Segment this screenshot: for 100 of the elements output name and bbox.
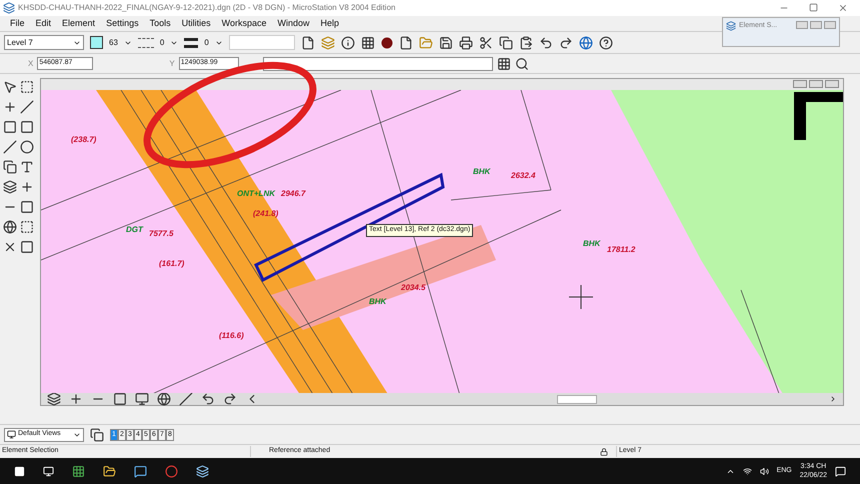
globe-icon[interactable] — [578, 36, 593, 50]
y-label: Y — [169, 58, 175, 70]
paste-icon[interactable] — [518, 36, 533, 50]
text-icon[interactable] — [20, 160, 34, 174]
open-folder-icon[interactable] — [418, 36, 433, 50]
view-close-button[interactable] — [825, 80, 839, 88]
redo-icon[interactable] — [223, 392, 237, 406]
map-label: (161.7) — [159, 259, 184, 268]
redo-icon[interactable] — [558, 36, 573, 50]
map-label: 2632.4 — [511, 171, 536, 180]
volume-icon[interactable] — [760, 466, 769, 476]
menu-item[interactable]: File — [10, 16, 25, 30]
square-icon[interactable] — [3, 120, 17, 134]
map-label: 2034.5 — [401, 283, 426, 292]
selection-box-icon[interactable] — [20, 80, 34, 94]
search-icon[interactable] — [514, 56, 529, 70]
selection-box-icon[interactable] — [20, 220, 34, 234]
globe-icon[interactable] — [157, 392, 171, 406]
empty-field[interactable] — [228, 35, 295, 50]
windows-icon[interactable] — [90, 428, 104, 442]
map-label: BHK — [369, 297, 386, 306]
view-minimize-button[interactable] — [793, 80, 807, 88]
color-index[interactable]: 63 — [109, 36, 118, 48]
notification-icon[interactable] — [835, 466, 846, 476]
window-title: KHSDD-CHAU-THANH-2022_FINAL(NGAY-9-12-2021).dgn (2D - V8 DGN) - MicroStation V8 2004 Edition — [18, 2, 396, 14]
map-label: (116.6) — [219, 331, 244, 340]
menu-item[interactable]: Element — [62, 16, 96, 30]
new-file-icon[interactable] — [398, 36, 413, 50]
record-icon[interactable] — [380, 36, 393, 48]
square-icon[interactable] — [20, 200, 34, 214]
line-icon[interactable] — [179, 392, 193, 406]
line-icon[interactable] — [20, 100, 34, 114]
color-swatch-icon — [90, 36, 103, 49]
monitor-icon — [7, 430, 16, 439]
globe-icon[interactable] — [3, 220, 17, 234]
close-icon[interactable] — [838, 3, 848, 13]
level-dropdown[interactable]: Level 7 — [4, 35, 84, 50]
square-icon[interactable] — [20, 240, 34, 254]
start-icon[interactable] — [14, 466, 25, 476]
menu-item[interactable]: Workspace — [222, 16, 266, 30]
cut-icon[interactable] — [478, 36, 493, 50]
lock-icon — [600, 448, 608, 456]
map-label: BHK — [583, 239, 600, 248]
line-weight-icon — [184, 38, 198, 48]
file-icon[interactable] — [300, 36, 315, 50]
layers-icon[interactable] — [3, 180, 17, 194]
menu-item[interactable]: Window — [277, 16, 310, 30]
cad-app-icon[interactable] — [196, 464, 209, 478]
menu-item[interactable]: Settings — [106, 16, 139, 30]
network-icon[interactable] — [742, 466, 752, 476]
app-logo-icon — [3, 2, 15, 14]
window-icon[interactable] — [113, 392, 127, 406]
scroll-thumb[interactable] — [557, 394, 597, 404]
print-icon[interactable] — [458, 36, 473, 50]
layers-icon[interactable] — [47, 392, 61, 406]
plus-icon[interactable] — [3, 100, 17, 114]
copy-icon[interactable] — [498, 36, 513, 50]
browser-app-icon[interactable] — [165, 464, 178, 478]
cross-icon[interactable] — [3, 240, 17, 254]
menu-item[interactable]: Edit — [36, 16, 52, 30]
grid-icon[interactable] — [496, 56, 511, 70]
key-in-field[interactable] — [262, 56, 493, 70]
maximize-icon[interactable] — [809, 3, 818, 12]
menu-item[interactable]: Help — [320, 16, 340, 30]
copy-icon[interactable] — [3, 160, 17, 174]
help-icon[interactable] — [598, 36, 613, 50]
x-label: X — [28, 58, 34, 70]
crosshair-cursor — [568, 284, 594, 310]
dialog-icon — [726, 21, 736, 31]
map-label: 7577.5 — [149, 229, 174, 238]
undo-icon[interactable] — [538, 36, 553, 50]
line-icon[interactable] — [3, 140, 17, 154]
line-style-icon — [138, 38, 154, 48]
plus-icon[interactable] — [20, 180, 34, 194]
undo-icon[interactable] — [201, 392, 215, 406]
folder-app-icon[interactable] — [103, 464, 116, 478]
map-label: 17811.2 — [607, 245, 636, 254]
level-value: Level 7 — [7, 36, 33, 48]
scroll-right-icon[interactable] — [829, 395, 837, 403]
task-view-icon[interactable] — [43, 466, 54, 476]
grid-icon[interactable] — [360, 36, 375, 50]
map-label: BHK — [473, 167, 490, 176]
map-label: DGT — [126, 225, 143, 234]
line-style-value[interactable]: 0 — [160, 36, 164, 48]
zoom-in-icon[interactable] — [69, 392, 83, 406]
menu-item[interactable]: Utilities — [182, 16, 211, 30]
corner-mark — [794, 92, 843, 140]
map-label: (238.7) — [71, 135, 96, 144]
view-maximize-button[interactable] — [809, 80, 823, 88]
save-icon[interactable] — [438, 36, 453, 50]
chat-app-icon[interactable] — [134, 464, 147, 478]
map-label: 2946.7 — [281, 189, 306, 198]
monitor-icon[interactable] — [135, 392, 149, 406]
spreadsheet-app-icon[interactable] — [72, 464, 85, 478]
square-icon[interactable] — [20, 120, 34, 134]
pointer-icon[interactable] — [3, 80, 17, 94]
info-icon[interactable] — [340, 36, 355, 50]
line-weight-value[interactable]: 0 — [204, 36, 209, 48]
menu-item[interactable]: Tools — [150, 16, 171, 30]
circle-icon[interactable] — [20, 140, 34, 154]
